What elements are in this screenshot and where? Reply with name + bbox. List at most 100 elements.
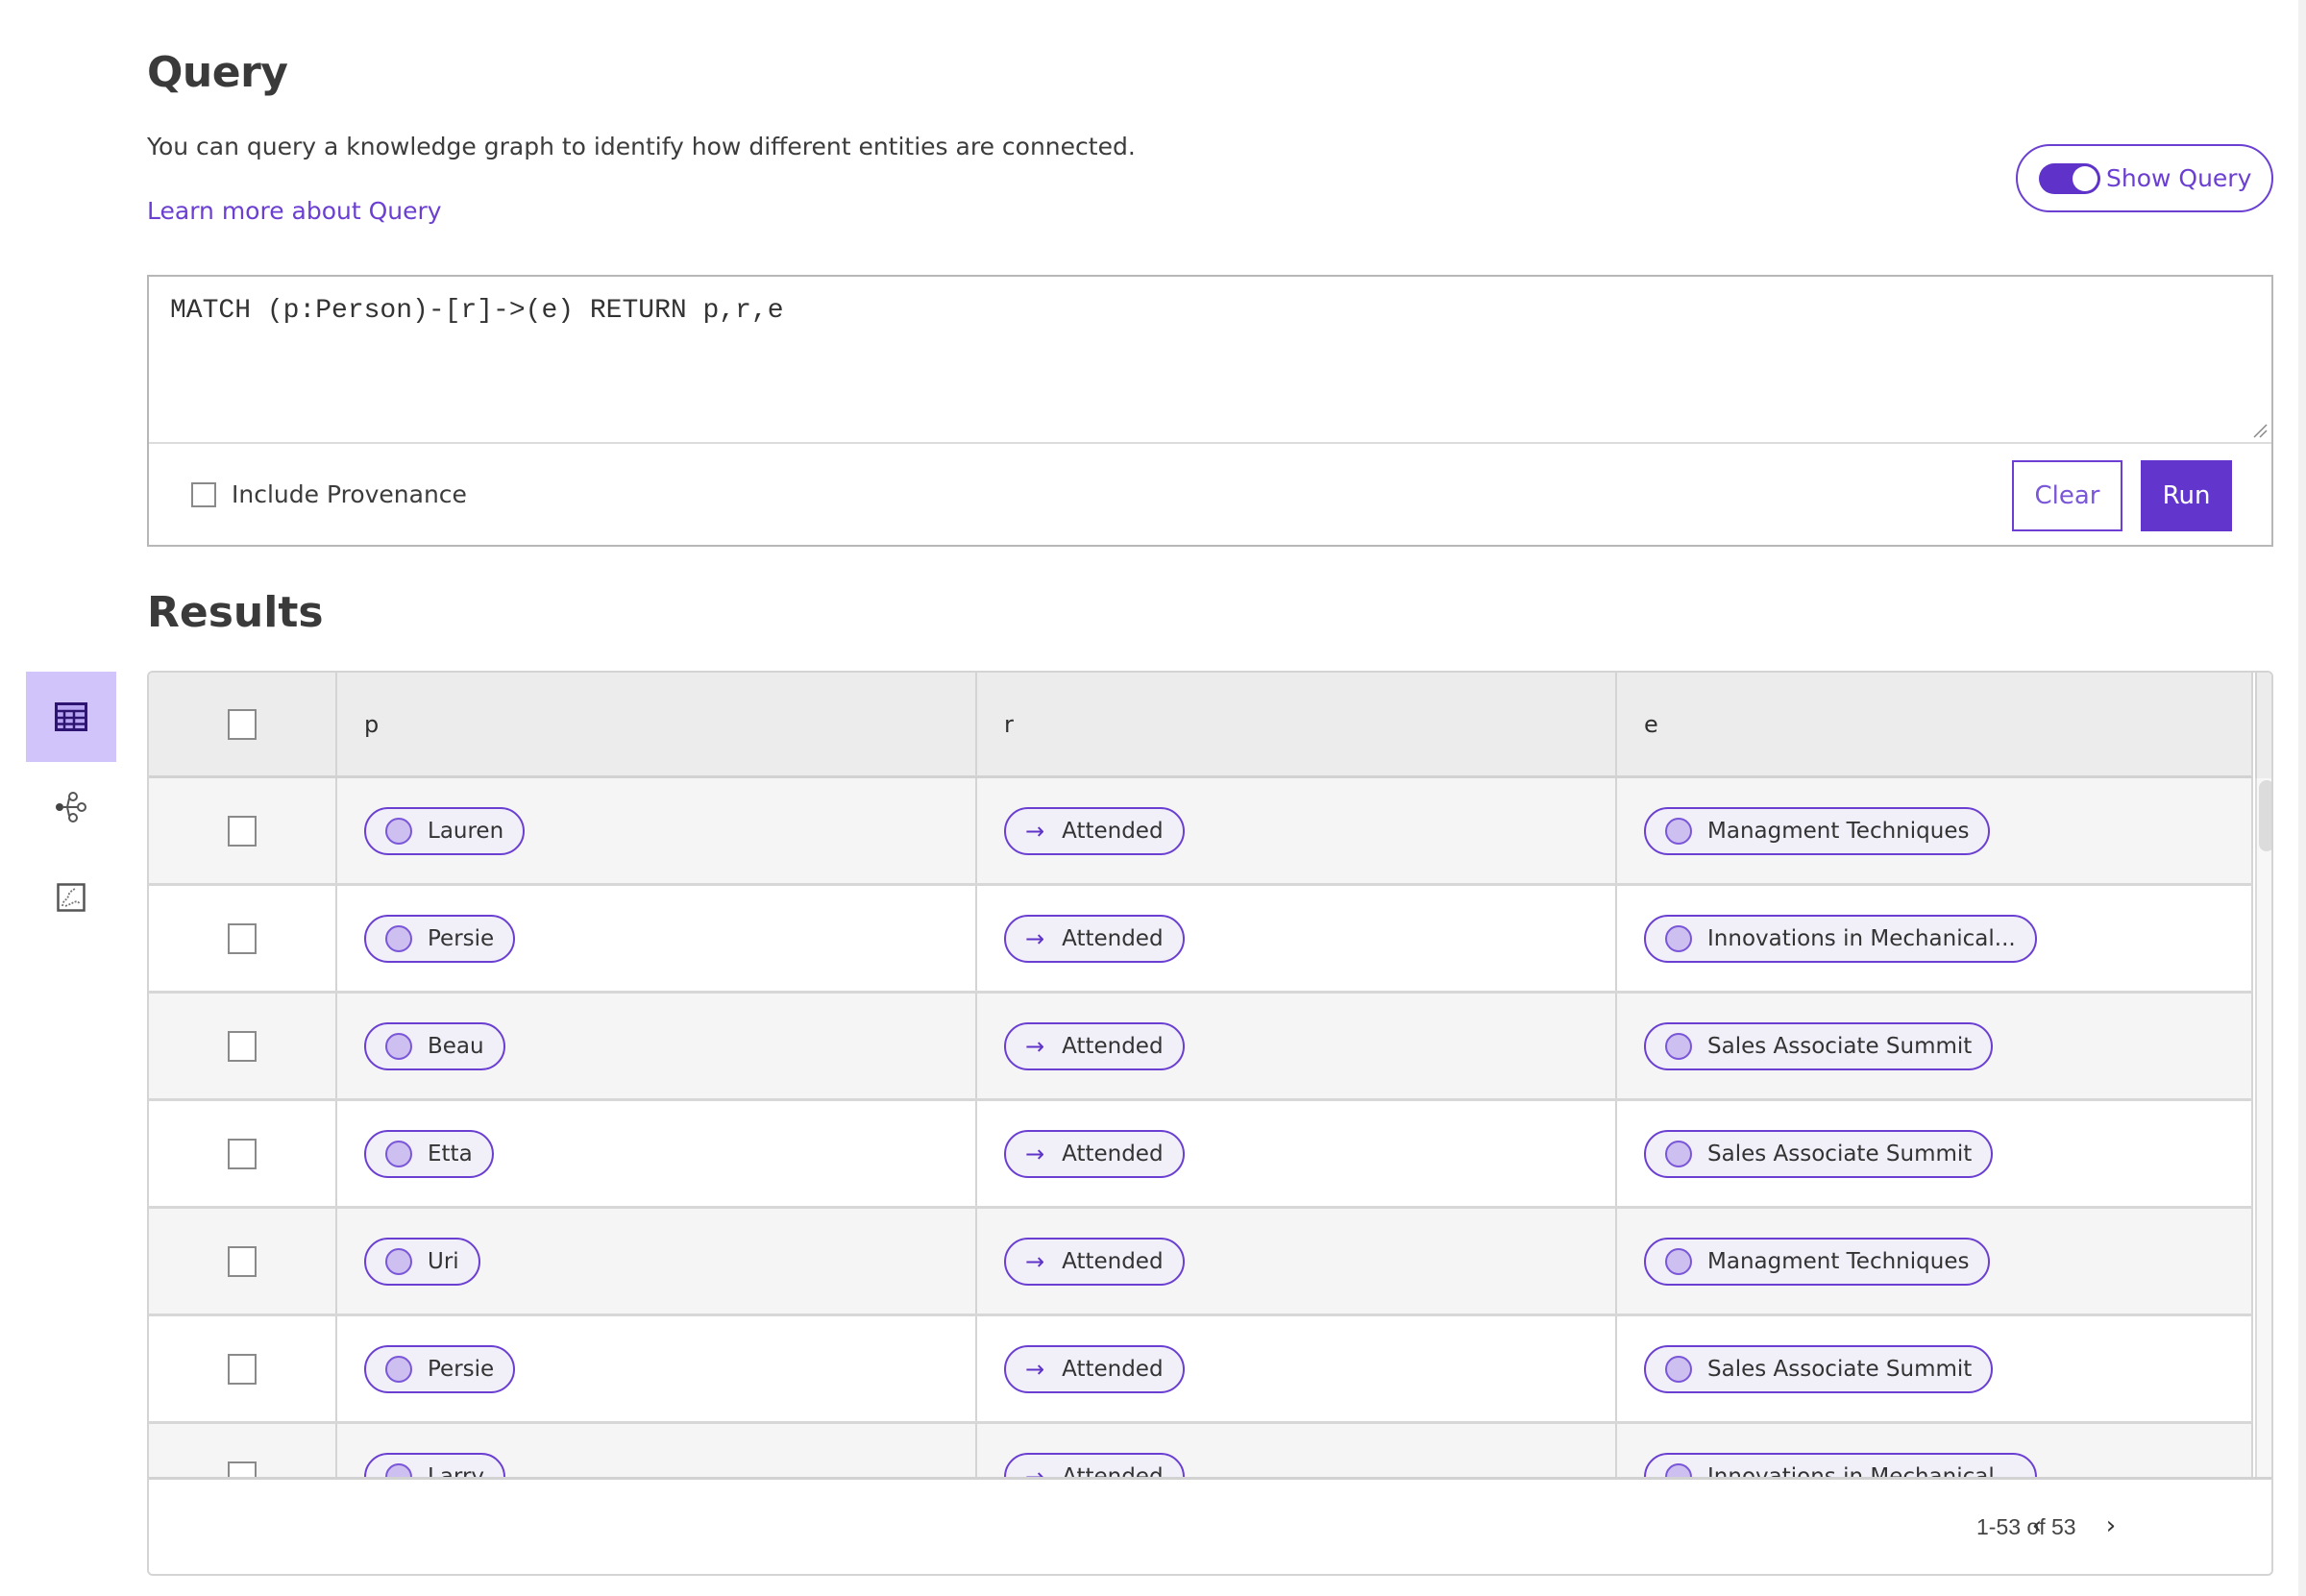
- arrow-right-icon: →: [1025, 1247, 1045, 1275]
- node-circle-icon: [385, 1032, 412, 1060]
- query-footer: Include Provenance Clear Run: [149, 444, 2271, 545]
- table-row[interactable]: Larry → Attended Innovations in Mechanic…: [149, 1424, 2253, 1477]
- chart-icon: [57, 883, 86, 912]
- node-chip[interactable]: Uri: [364, 1237, 480, 1286]
- relationship-label: Attended: [1062, 1033, 1164, 1059]
- cell-e: Sales Associate Summit: [1617, 1316, 2253, 1421]
- relationship-label: Attended: [1062, 1248, 1164, 1274]
- prev-page-button[interactable]: ‹: [2020, 1507, 2054, 1545]
- arrow-right-icon: →: [1025, 817, 1045, 845]
- node-chip[interactable]: Persie: [364, 1344, 516, 1393]
- cell-r: → Attended: [977, 778, 1617, 883]
- node-circle-icon: [385, 817, 412, 845]
- window-edge: [2298, 0, 2306, 1596]
- show-query-toggle[interactable]: Show Query: [2016, 144, 2273, 212]
- cell-p: Etta: [337, 1101, 977, 1206]
- column-header-r[interactable]: r: [977, 673, 1617, 775]
- row-checkbox[interactable]: [228, 922, 257, 954]
- results-title: Results: [147, 588, 324, 637]
- node-chip[interactable]: Sales Associate Summit: [1644, 1344, 1994, 1393]
- node-chip[interactable]: Innovations in Mechanical...: [1644, 914, 2037, 963]
- cell-p: Persie: [337, 886, 977, 991]
- scrollbar-thumb[interactable]: [2259, 780, 2271, 851]
- relationship-chip[interactable]: → Attended: [1004, 914, 1185, 963]
- select-all-checkbox[interactable]: [228, 708, 257, 740]
- row-select-cell: [149, 1424, 337, 1477]
- row-checkbox[interactable]: [228, 1245, 257, 1277]
- node-chip[interactable]: Etta: [364, 1129, 494, 1178]
- node-chip[interactable]: Larry: [364, 1452, 506, 1478]
- query-input[interactable]: [149, 277, 2271, 444]
- relationship-chip[interactable]: → Attended: [1004, 1129, 1185, 1178]
- relationship-chip[interactable]: → Attended: [1004, 1344, 1185, 1393]
- arrow-right-icon: →: [1025, 1140, 1045, 1167]
- show-query-label: Show Query: [2106, 164, 2252, 192]
- column-header-e[interactable]: e: [1617, 673, 2253, 775]
- table-row[interactable]: Persie → Attended Sales Associate Summit: [149, 1316, 2253, 1424]
- relationship-label: Attended: [1062, 818, 1164, 844]
- clear-button[interactable]: Clear: [2012, 460, 2122, 531]
- node-circle-icon: [1665, 924, 1692, 952]
- chart-view-button[interactable]: [26, 852, 116, 943]
- row-checkbox[interactable]: [228, 1353, 257, 1385]
- run-button[interactable]: Run: [2141, 460, 2232, 531]
- relationship-chip[interactable]: → Attended: [1004, 1237, 1185, 1286]
- row-select-cell: [149, 1316, 337, 1421]
- relationship-label: Attended: [1062, 1356, 1164, 1382]
- table-row[interactable]: Lauren → Attended Managment Techniques: [149, 778, 2253, 886]
- node-label: Persie: [428, 925, 495, 951]
- column-header-p[interactable]: p: [337, 673, 977, 775]
- node-chip[interactable]: Lauren: [364, 806, 526, 855]
- cell-r: → Attended: [977, 1424, 1617, 1477]
- cell-e: Managment Techniques: [1617, 778, 2253, 883]
- node-label: Sales Associate Summit: [1707, 1141, 1973, 1166]
- learn-more-link[interactable]: Learn more about Query: [147, 197, 442, 225]
- row-checkbox[interactable]: [228, 1461, 257, 1477]
- node-chip[interactable]: Innovations in Mechanical...: [1644, 1452, 2037, 1478]
- row-checkbox[interactable]: [228, 1138, 257, 1169]
- relationship-chip[interactable]: → Attended: [1004, 1452, 1185, 1477]
- node-label: Uri: [428, 1248, 459, 1274]
- row-checkbox[interactable]: [228, 815, 257, 847]
- checkbox-icon[interactable]: [191, 481, 216, 507]
- cell-p: Lauren: [337, 778, 977, 883]
- node-chip[interactable]: Managment Techniques: [1644, 806, 1991, 855]
- page-description: You can query a knowledge graph to ident…: [147, 133, 1136, 160]
- graph-nodes-icon: [56, 792, 86, 823]
- node-chip[interactable]: Beau: [364, 1021, 505, 1070]
- include-provenance-checkbox[interactable]: Include Provenance: [191, 480, 467, 508]
- include-provenance-label: Include Provenance: [232, 480, 467, 508]
- page-title: Query: [147, 48, 288, 97]
- table-view-button[interactable]: [26, 672, 116, 762]
- toggle-switch[interactable]: [2039, 162, 2100, 194]
- chevron-right-icon: ›: [2105, 1511, 2117, 1540]
- node-circle-icon: [1665, 1032, 1692, 1060]
- row-select-cell: [149, 1101, 337, 1206]
- next-page-button[interactable]: ›: [2094, 1507, 2128, 1545]
- row-select-cell: [149, 886, 337, 991]
- row-select-cell: [149, 778, 337, 883]
- cell-p: Persie: [337, 1316, 977, 1421]
- relationship-chip[interactable]: → Attended: [1004, 806, 1185, 855]
- table-row[interactable]: Beau → Attended Sales Associate Summit: [149, 994, 2253, 1101]
- node-circle-icon: [385, 924, 412, 952]
- cell-e: Sales Associate Summit: [1617, 994, 2253, 1098]
- node-circle-icon: [1665, 1140, 1692, 1167]
- arrow-right-icon: →: [1025, 924, 1045, 952]
- table-row[interactable]: Persie → Attended Innovations in Mechani…: [149, 886, 2253, 994]
- table-row[interactable]: Uri → Attended Managment Techniques: [149, 1209, 2253, 1316]
- vertical-scrollbar[interactable]: [2255, 778, 2271, 1477]
- node-chip[interactable]: Sales Associate Summit: [1644, 1021, 1994, 1070]
- relationship-chip[interactable]: → Attended: [1004, 1021, 1185, 1070]
- node-chip[interactable]: Managment Techniques: [1644, 1237, 1991, 1286]
- node-label: Innovations in Mechanical...: [1707, 1463, 2016, 1478]
- row-select-cell: [149, 1209, 337, 1314]
- row-checkbox[interactable]: [228, 1030, 257, 1062]
- node-chip[interactable]: Persie: [364, 914, 516, 963]
- resize-handle-icon[interactable]: [2250, 421, 2268, 438]
- table-row[interactable]: Etta → Attended Sales Associate Summit: [149, 1101, 2253, 1209]
- graph-view-button[interactable]: [26, 762, 116, 852]
- cell-e: Sales Associate Summit: [1617, 1101, 2253, 1206]
- node-chip[interactable]: Sales Associate Summit: [1644, 1129, 1994, 1178]
- node-label: Larry: [428, 1463, 485, 1478]
